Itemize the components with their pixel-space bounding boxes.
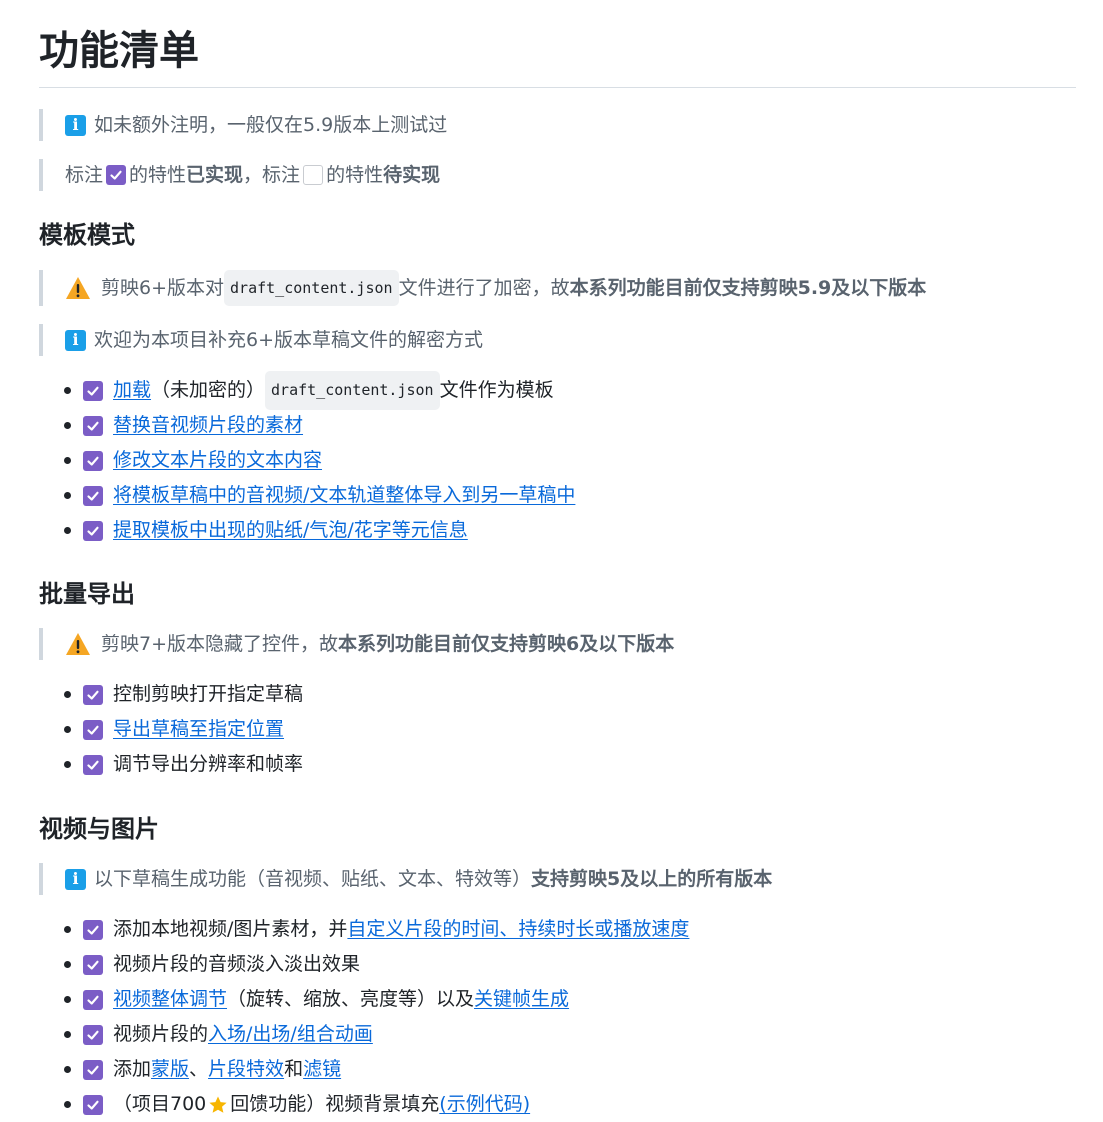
- link-example-code[interactable]: (示例代码): [439, 1087, 530, 1122]
- template-warning-text-1: 剪映6+版本对: [101, 277, 225, 299]
- document-page: 功能清单 i 如未额外注明，一般仅在5.9版本上测试过 标注 的特性 已实现 ，…: [0, 0, 1103, 1122]
- link-export-draft[interactable]: 导出草稿至指定位置: [113, 712, 284, 747]
- batch-feature-list: 控制剪映打开指定草稿 导出草稿至指定位置 调节导出分辨率和帧率: [39, 677, 1076, 782]
- link-video-adjust[interactable]: 视频整体调节: [113, 982, 227, 1017]
- section-heading-template-mode: 模板模式: [39, 221, 135, 249]
- video-feature-list: 添加本地视频/图片素材，并 自定义片段的时间、持续时长或播放速度 视频片段的音频…: [39, 912, 1076, 1122]
- list-item: 修改文本片段的文本内容: [64, 443, 1076, 478]
- info-icon: i: [65, 868, 86, 890]
- template-warning-bold: 本系列功能目前仅支持剪映5.9及以下版本: [569, 277, 927, 299]
- list-item-text: （旋转、缩放、亮度等）以及: [227, 988, 475, 1010]
- page-title: 功能清单: [39, 0, 1076, 88]
- info-icon: i: [65, 114, 86, 136]
- list-item-text: 视频片段的音频淡入淡出效果: [113, 953, 361, 975]
- warning-icon: [66, 633, 90, 655]
- list-item: 提取模板中出现的贴纸/气泡/花字等元信息: [64, 513, 1076, 548]
- list-item-text: 调节导出分辨率和帧率: [113, 753, 304, 775]
- note-tested-text: 如未额外注明，一般仅在5.9版本上测试过: [94, 114, 448, 136]
- section-heading-batch-export: 批量导出: [39, 580, 135, 608]
- legend-text-1: 标注: [65, 164, 104, 186]
- list-item: 替换音视频片段的素材: [64, 408, 1076, 443]
- list-item-text: 控制剪映打开指定草稿: [113, 683, 304, 705]
- checkbox-checked-icon: [83, 1094, 103, 1115]
- list-item-text: 和: [284, 1058, 304, 1080]
- batch-warning-bold: 本系列功能目前仅支持剪映6及以下版本: [338, 633, 675, 655]
- legend-text-2: 的特性: [129, 164, 187, 186]
- list-item: 加载 （未加密的） draft_content.json 文件作为模板: [64, 371, 1076, 410]
- note-tested: i 如未额外注明，一般仅在5.9版本上测试过: [39, 109, 1076, 141]
- list-item: 添加本地视频/图片素材，并 自定义片段的时间、持续时长或播放速度: [64, 912, 1076, 947]
- legend-text-3: ，标注: [243, 164, 301, 186]
- legend-pending: 待实现: [383, 164, 441, 186]
- link-segment-timing[interactable]: 自定义片段的时间、持续时长或播放速度: [347, 912, 689, 947]
- list-item-text: 视频片段的: [113, 1023, 209, 1045]
- star-icon: [209, 1096, 227, 1113]
- video-info-text: 以下草稿生成功能（音视频、贴纸、文本、特效等）: [94, 868, 532, 890]
- list-item-text: （未加密的）: [151, 379, 266, 401]
- inline-code: draft_content.json: [224, 270, 399, 306]
- list-item-text: 、: [189, 1058, 209, 1080]
- note-legend: 标注 的特性 已实现 ，标注 的特性 待实现: [39, 159, 1076, 191]
- list-item-text: 文件作为模板: [439, 379, 554, 401]
- checkbox-checked-icon: [83, 919, 103, 940]
- link-animations[interactable]: 入场/出场/组合动画: [208, 1017, 373, 1052]
- link-mask[interactable]: 蒙版: [151, 1052, 189, 1087]
- legend-implemented: 已实现: [186, 164, 244, 186]
- checkbox-checked-icon: [83, 415, 103, 436]
- list-item-text: 添加本地视频/图片素材，并: [113, 918, 348, 940]
- checkbox-checked-icon: [83, 684, 103, 705]
- checkbox-empty-icon: [303, 165, 324, 185]
- checkbox-checked-icon: [83, 485, 103, 506]
- checkbox-checked-icon: [83, 380, 103, 401]
- template-info: i 欢迎为本项目补充6+版本草稿文件的解密方式: [39, 324, 1076, 356]
- inline-code: draft_content.json: [265, 371, 440, 410]
- checkbox-checked-icon: [83, 754, 103, 775]
- list-item: 视频片段的音频淡入淡出效果: [64, 947, 1076, 982]
- video-info: i 以下草稿生成功能（音视频、贴纸、文本、特效等） 支持剪映5及以上的所有版本: [39, 863, 1076, 895]
- checkbox-checked-icon: [83, 989, 103, 1010]
- list-item: （项目700 回馈功能）视频背景填充 (示例代码): [64, 1087, 1076, 1122]
- checkbox-checked-icon: [83, 1024, 103, 1045]
- info-icon: i: [65, 329, 86, 351]
- list-item: 调节导出分辨率和帧率: [64, 747, 1076, 782]
- checkbox-checked-icon: [106, 165, 127, 185]
- list-item: 控制剪映打开指定草稿: [64, 677, 1076, 712]
- link-filters[interactable]: 滤镜: [303, 1052, 341, 1087]
- legend-text-4: 的特性: [326, 164, 384, 186]
- link-keyframes[interactable]: 关键帧生成: [474, 982, 569, 1017]
- link-load-template[interactable]: 加载: [113, 373, 151, 408]
- section-heading-video-image: 视频与图片: [39, 815, 159, 843]
- checkbox-checked-icon: [83, 719, 103, 740]
- checkbox-checked-icon: [83, 520, 103, 541]
- checkbox-checked-icon: [83, 1059, 103, 1080]
- link-extract-meta[interactable]: 提取模板中出现的贴纸/气泡/花字等元信息: [113, 513, 468, 548]
- list-item: 视频整体调节 （旋转、缩放、亮度等）以及 关键帧生成: [64, 982, 1076, 1017]
- template-warning: 剪映6+版本对 draft_content.json 文件进行了加密，故 本系列…: [39, 270, 1076, 306]
- list-item-text: 添加: [113, 1058, 152, 1080]
- list-item: 将模板草稿中的音视频/文本轨道整体导入到另一草稿中: [64, 478, 1076, 513]
- template-feature-list: 加载 （未加密的） draft_content.json 文件作为模板 替换音视…: [39, 371, 1076, 548]
- link-replace-material[interactable]: 替换音视频片段的素材: [113, 408, 303, 443]
- template-warning-text-2: 文件进行了加密，故: [398, 277, 570, 299]
- link-import-tracks[interactable]: 将模板草稿中的音视频/文本轨道整体导入到另一草稿中: [113, 478, 575, 513]
- batch-warning: 剪映7+版本隐藏了控件，故 本系列功能目前仅支持剪映6及以下版本: [39, 628, 1076, 660]
- checkbox-checked-icon: [83, 954, 103, 975]
- list-item: 添加 蒙版 、 片段特效 和 滤镜: [64, 1052, 1076, 1087]
- video-info-bold: 支持剪映5及以上的所有版本: [531, 868, 773, 890]
- list-item-text: 回馈功能）视频背景填充: [230, 1093, 440, 1115]
- template-info-text: 欢迎为本项目补充6+版本草稿文件的解密方式: [94, 329, 484, 351]
- list-item: 视频片段的 入场/出场/组合动画: [64, 1017, 1076, 1052]
- warning-icon: [66, 277, 90, 299]
- list-item: 导出草稿至指定位置: [64, 712, 1076, 747]
- list-item-text: （项目700: [113, 1093, 207, 1115]
- batch-warning-text: 剪映7+版本隐藏了控件，故: [101, 633, 339, 655]
- link-segment-effects[interactable]: 片段特效: [208, 1052, 284, 1087]
- link-modify-text[interactable]: 修改文本片段的文本内容: [113, 443, 322, 478]
- checkbox-checked-icon: [83, 450, 103, 471]
